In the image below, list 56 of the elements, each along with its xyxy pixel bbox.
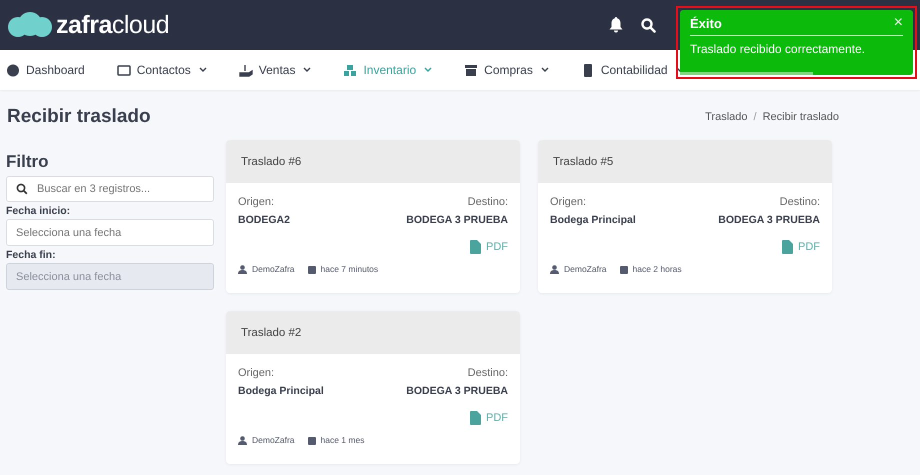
destination-value: BODEGA 3 PRUEBA bbox=[718, 214, 820, 226]
menu-item-icon bbox=[116, 64, 131, 76]
destination-label: Destino: bbox=[468, 367, 508, 379]
file-icon bbox=[470, 240, 481, 254]
origin-label: Origen: bbox=[238, 196, 274, 208]
breadcrumb-link[interactable]: Traslado bbox=[705, 111, 748, 123]
breadcrumb-current: Recibir traslado bbox=[762, 111, 839, 123]
logo-text: zafracloud bbox=[56, 10, 170, 40]
card-user: DemoZafra bbox=[252, 435, 295, 445]
cloud-logo-icon bbox=[8, 12, 52, 38]
card-time: hace 2 horas bbox=[632, 264, 682, 274]
nav-item[interactable]: Compras bbox=[464, 63, 549, 77]
menu-item-icon bbox=[238, 64, 253, 76]
user-icon bbox=[238, 264, 247, 274]
destination-value: BODEGA 3 PRUEBA bbox=[406, 214, 508, 226]
destination-value: BODEGA 3 PRUEBA bbox=[406, 385, 508, 397]
breadcrumb-separator: / bbox=[754, 111, 757, 123]
card-title: Traslado #5 bbox=[553, 156, 614, 168]
nav-item[interactable]: Dashboard bbox=[6, 63, 85, 77]
bell-icon[interactable] bbox=[609, 17, 623, 33]
card-time: hace 7 minutos bbox=[320, 264, 378, 274]
nav-item[interactable]: Ventas bbox=[238, 63, 312, 77]
card-title: Traslado #2 bbox=[241, 326, 302, 338]
menu-item-icon bbox=[6, 64, 20, 76]
card-user: DemoZafra bbox=[564, 264, 607, 274]
destination-label: Destino: bbox=[780, 196, 820, 208]
search-icon[interactable] bbox=[641, 18, 656, 32]
toast-message: Traslado recibido correctamente. bbox=[690, 42, 866, 56]
origin-label: Origen: bbox=[238, 367, 274, 379]
search-icon bbox=[16, 183, 28, 195]
menu-item-icon bbox=[343, 64, 358, 76]
page-title: Recibir traslado bbox=[7, 106, 151, 128]
user-icon bbox=[550, 264, 559, 274]
calendar-icon bbox=[308, 436, 316, 444]
card-time: hace 1 mes bbox=[320, 435, 364, 445]
origin-value: Bodega Principal bbox=[550, 214, 636, 226]
card-title: Traslado #6 bbox=[241, 156, 302, 168]
field-label: Fecha fin: bbox=[6, 249, 57, 261]
calendar-icon bbox=[620, 264, 628, 274]
filter-title: Filtro bbox=[6, 152, 50, 172]
menu-item-icon bbox=[464, 64, 478, 76]
date-field[interactable]: Selecciona una fecha bbox=[6, 219, 214, 246]
destination-label: Destino: bbox=[468, 196, 508, 208]
origin-label: Origen: bbox=[550, 196, 586, 208]
origin-value: Bodega Principal bbox=[238, 385, 324, 397]
file-icon bbox=[470, 411, 481, 425]
user-icon bbox=[238, 436, 247, 444]
nav-item[interactable]: Contabilidad bbox=[580, 63, 684, 77]
origin-value: BODEGA2 bbox=[238, 214, 290, 226]
toast-title: Éxito bbox=[690, 16, 722, 30]
search-field[interactable]: Buscar en 3 registros... bbox=[6, 176, 214, 202]
nav-item[interactable]: Contactos bbox=[116, 63, 207, 77]
file-icon bbox=[782, 240, 793, 254]
card-user: DemoZafra bbox=[252, 264, 295, 274]
calendar-icon bbox=[308, 264, 316, 274]
field-label: Fecha inicio: bbox=[6, 205, 72, 217]
